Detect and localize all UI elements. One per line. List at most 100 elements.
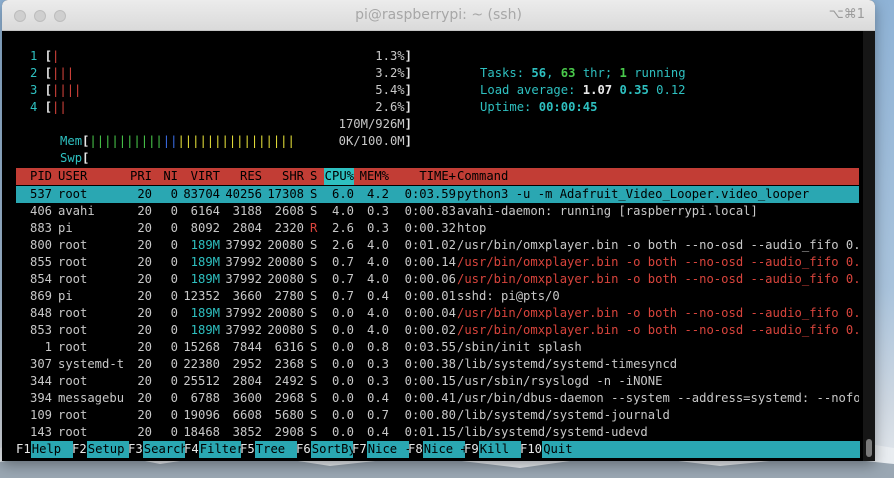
cell-pri: 20 [137, 204, 152, 218]
cell-pri: 20 [137, 391, 152, 405]
cell-user: root [58, 408, 88, 422]
cell-time: 0:00.32 [404, 221, 456, 235]
cell-time: 0:00.83 [404, 204, 456, 218]
cell-user: messagebu [58, 391, 125, 405]
cell-user: avahi [58, 204, 95, 218]
cell-shr: 2608 [274, 204, 304, 218]
cell-virt: 18468 [183, 425, 220, 439]
table-row[interactable]: 143 root 20 0 18468 3852 2908 S 0.0 0.4 0:01.15/li… [16, 424, 859, 441]
column-header-virt[interactable]: VIRT [182, 168, 220, 185]
table-row[interactable]: 883 pi 20 0 8092 2804 2320 R 2.6 0.3 0:00.32 htop [16, 220, 859, 237]
function-key-f7[interactable]: F7 [352, 441, 367, 458]
function-label-filter[interactable]: Filter [198, 441, 244, 458]
table-row[interactable]: 537 root 20 0 83704 40256 17308 S 6.0 4.2 0:03.59 p… [16, 186, 859, 203]
function-key-f3[interactable]: F3 [128, 441, 143, 458]
htop-screen[interactable]: 1 [| 1.3%] 2 [||| 3.2%] 3 [|||| 5.4%] 4 [|| 2.6… [2, 31, 862, 461]
cell-mem: 4.0 [366, 272, 389, 286]
cell-cmd: /usr/bin/omxplayer.bin -o both --no-osd … [457, 306, 859, 320]
cell-shr: 5680 [274, 408, 304, 422]
cell-pri: 20 [137, 255, 152, 269]
uptime-label: Uptime: [480, 100, 532, 114]
cell-ni: 0 [170, 340, 178, 354]
cell-s: S [310, 391, 318, 405]
scrollbar[interactable] [863, 31, 875, 461]
table-row[interactable]: 307 systemd-t 20 0 22380 2952 2368 S 0.0 0.3 0:00.… [16, 356, 859, 373]
cell-pri: 20 [137, 289, 152, 303]
table-row[interactable]: 869 pi 20 0 12352 3660 2780 S 0.7 0.4 0:00.01 sshd:… [16, 288, 859, 305]
cell-virt: 83704 [183, 187, 220, 201]
table-row[interactable]: 344 root 20 0 25512 2804 2492 S 0.0 0.3 0:00.15/us… [16, 373, 859, 390]
column-header-user[interactable]: USER [58, 168, 128, 185]
function-label-setup[interactable]: Setup [86, 441, 129, 458]
table-row[interactable]: 854 root 20 0 189M 37992 20080 S 0.7 4.0 0:00.06/u… [16, 271, 859, 288]
cell-cmd: sshd: pi@pts/0 [457, 289, 560, 303]
column-header-mem[interactable]: MEM% [359, 168, 389, 185]
function-key-f4[interactable]: F4 [184, 441, 199, 458]
cell-virt: 189M [190, 238, 220, 252]
cell-pri: 20 [137, 425, 152, 439]
cell-s: S [310, 255, 318, 269]
cell-shr: 20080 [267, 306, 304, 320]
cpu-value: 2.6% [375, 100, 405, 114]
title-bar[interactable]: pi@raspberrypi: ~ (ssh) ⌥⌘1 [2, 0, 875, 31]
cell-s: S [310, 357, 318, 371]
function-label-tree[interactable]: Tree [254, 441, 297, 458]
function-key-f5[interactable]: F5 [240, 441, 255, 458]
cell-pid: 109 [29, 408, 52, 422]
table-row[interactable]: 800 root 20 0 189M 37992 20080 S 2.6 4.0 0:01.02/u… [16, 237, 859, 254]
cell-virt: 19096 [183, 408, 220, 422]
table-row[interactable]: 1 root 20 0 15268 7844 6316 S 0.0 0.8 0:03.55/sbin… [16, 339, 859, 356]
cell-pid: 1 [44, 340, 52, 354]
cell-mem: 0.3 [366, 221, 389, 235]
column-header-time[interactable]: TIME+ [394, 168, 456, 185]
cell-user: pi [58, 221, 73, 235]
function-label-sortby[interactable]: SortBy [310, 441, 356, 458]
function-label-nice[interactable]: Nice + [422, 441, 468, 458]
cell-cpu: 6.0 [331, 187, 354, 201]
cell-pid: 143 [29, 425, 52, 439]
table-row[interactable]: 394 messagebu 20 0 6788 3600 2968 S 0.0 0.4 0:00.4… [16, 390, 859, 407]
function-label-quit[interactable]: Quit [542, 441, 860, 458]
function-label-help[interactable]: Help [30, 441, 73, 458]
function-key-f1[interactable]: F1 [16, 441, 31, 458]
process-table-header: PID USER PRI NI VIRT RES SHR S CPU% MEM% TIME+ Comm… [16, 168, 859, 185]
cell-mem: 4.2 [366, 187, 389, 201]
cell-pid: 406 [29, 204, 52, 218]
scrollbar-thumb[interactable] [866, 439, 872, 457]
column-header-res[interactable]: RES [224, 168, 262, 185]
cell-shr: 20080 [267, 255, 304, 269]
cell-user: root [58, 425, 88, 439]
cell-user: root [58, 323, 88, 337]
table-row[interactable]: 406 avahi 20 0 6164 3188 2608 S 4.0 0.3 0:00.83 ava… [16, 203, 859, 220]
function-key-f10[interactable]: F10 [520, 441, 542, 458]
column-header-ni[interactable]: NI [156, 168, 178, 185]
function-key-f2[interactable]: F2 [72, 441, 87, 458]
column-header-command[interactable]: Command [457, 168, 859, 185]
column-header-shr[interactable]: SHR [266, 168, 304, 185]
function-key-f9[interactable]: F9 [464, 441, 479, 458]
cell-pri: 20 [137, 187, 152, 201]
column-header-pid[interactable]: PID [16, 168, 52, 185]
function-label-nice[interactable]: Nice - [366, 441, 412, 458]
column-header-cpu[interactable]: CPU% [324, 168, 354, 185]
cpu-value-wrap: 2.6%] [375, 100, 412, 114]
table-row[interactable]: 853 root 20 0 189M 37992 20080 S 0.0 4.0 0:00.02/u… [16, 322, 859, 339]
tasks-summary: Tasks: 56, 63 thr; 1 running [480, 66, 686, 80]
column-header-pri[interactable]: PRI [126, 168, 152, 185]
function-label-kill[interactable]: Kill [478, 441, 521, 458]
swp-label: Swp [60, 151, 83, 165]
cell-res: 2804 [232, 374, 262, 388]
function-label-search[interactable]: Search [142, 441, 188, 458]
cell-user: root [58, 255, 88, 269]
cell-time: 0:03.55 [404, 340, 456, 354]
cell-pid: 883 [29, 221, 52, 235]
cell-cmd: /sbin/init splash [457, 340, 582, 354]
table-row[interactable]: 109 root 20 0 19096 6608 5680 S 0.0 0.7 0:00.80/li… [16, 407, 859, 424]
cell-time: 0:00.14 [404, 255, 456, 269]
function-key-f8[interactable]: F8 [408, 441, 423, 458]
cell-pid: 800 [29, 238, 52, 252]
table-row[interactable]: 855 root 20 0 189M 37992 20080 S 0.7 4.0 0:00.14/u… [16, 254, 859, 271]
function-key-f6[interactable]: F6 [296, 441, 311, 458]
column-header-s[interactable]: S [310, 168, 320, 185]
table-row[interactable]: 848 root 20 0 189M 37992 20080 S 0.0 4.0 0:00.04/u… [16, 305, 859, 322]
